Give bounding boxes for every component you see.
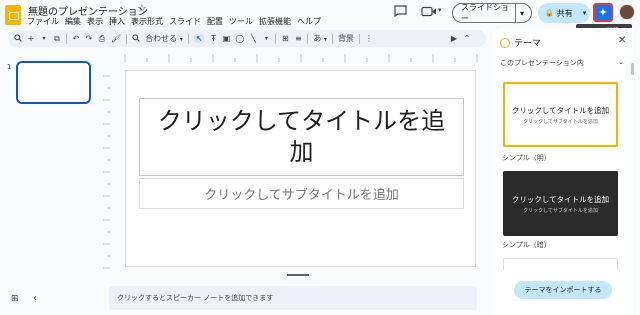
print-icon[interactable]: ⎙ — [98, 34, 106, 44]
title-placeholder[interactable]: クリックしてタイトルを追加 — [139, 98, 464, 176]
collapse-toolbar-icon[interactable]: ⌃ — [463, 34, 471, 43]
share-button[interactable]: 🔒 共有 ▾ — [538, 3, 590, 23]
share-dropdown-icon[interactable]: ▾ — [583, 9, 587, 17]
slides-logo[interactable] — [5, 5, 21, 25]
theme-panel-scrollbar[interactable] — [631, 63, 634, 75]
font-label: あ — [313, 34, 322, 43]
chevron-down-icon: ⌄ — [618, 58, 624, 66]
grid-view-icon[interactable]: ⊞ — [11, 294, 19, 304]
theme-option-next[interactable] — [503, 258, 618, 270]
theme-preview-title: クリックしてタイトルを追加 — [511, 194, 610, 204]
shape-icon[interactable]: ◯ — [235, 34, 244, 43]
more-options-icon[interactable]: ⋮ — [365, 34, 373, 43]
play-icon[interactable]: ▶ — [450, 34, 458, 43]
menu-help[interactable]: ヘルプ — [297, 16, 321, 27]
select-cursor-icon[interactable]: ↖ — [193, 34, 205, 43]
comment-add-icon[interactable]: ⊞ — [281, 34, 289, 43]
zoom-select[interactable]: 合わせる ▾ — [145, 33, 183, 44]
line-icon[interactable]: ╲ — [249, 34, 257, 43]
zoom-icon[interactable] — [132, 33, 140, 44]
theme-preview-title: クリックしてタイトルを追加 — [511, 105, 610, 115]
search-menus-icon[interactable] — [14, 33, 22, 44]
avatar[interactable] — [619, 4, 635, 20]
font-select[interactable]: あ ▾ — [313, 33, 327, 44]
import-theme-button[interactable]: テーマをインポートする — [514, 281, 612, 299]
palette-icon — [500, 37, 510, 48]
new-slide-dropdown-icon[interactable]: ▾ — [40, 35, 48, 42]
slideshow-button[interactable]: スライドショー ▾ — [452, 3, 532, 23]
menu-edit[interactable]: 編集 — [65, 16, 81, 27]
text-format-icon[interactable]: ≡ — [294, 34, 302, 43]
theme-preview-subtitle: クリックしてサブタイトルを追加 — [523, 207, 598, 214]
menu-insert[interactable]: 挿入 — [109, 16, 125, 27]
toolbar-divider — [358, 33, 360, 44]
lock-icon: 🔒 — [545, 9, 554, 17]
notes-resize-handle[interactable] — [287, 274, 309, 276]
close-icon[interactable]: ✕ — [618, 35, 626, 46]
toolbar-divider — [331, 33, 333, 44]
image-icon[interactable]: ▣ — [222, 34, 231, 43]
chevron-down-icon: ▾ — [179, 36, 183, 43]
new-slide-layout-icon[interactable]: ⧉ — [53, 34, 61, 44]
chevron-down-icon: ▾ — [323, 36, 327, 43]
video-call-dropdown-icon[interactable]: ▾ — [438, 6, 442, 14]
theme-name: シンプル（暗） — [502, 241, 551, 249]
slide-thumbnail[interactable] — [16, 61, 91, 104]
menu-slide[interactable]: スライド — [169, 16, 201, 27]
theme-panel-title: テーマ — [514, 39, 542, 49]
text-box-icon[interactable]: Ŧ — [209, 34, 217, 43]
slideshow-label: スライドショー — [461, 3, 509, 23]
star-icon[interactable]: ☆ — [137, 2, 147, 15]
theme-name: シンプル（明） — [502, 154, 551, 162]
menu-extensions[interactable]: 拡張機能 — [259, 16, 291, 27]
redo-icon[interactable]: ↷ — [85, 34, 93, 43]
subtitle-placeholder[interactable]: クリックしてサブタイトルを追加 — [139, 178, 464, 209]
line-dropdown-icon[interactable]: ▾ — [262, 35, 270, 42]
slide-number: 1 — [7, 63, 12, 71]
sparkle-icon: ✦ — [598, 6, 608, 19]
theme-source-label: このプレゼンテーション内 — [500, 59, 584, 67]
collapse-filmstrip-icon[interactable]: ‹ — [33, 293, 37, 304]
toolbar-divider — [275, 33, 277, 44]
gemini-button[interactable]: ✦ — [593, 3, 613, 22]
menu-format[interactable]: 表示形式 — [131, 16, 163, 27]
theme-option-simple-dark[interactable]: クリックしてタイトルを追加 クリックしてサブタイトルを追加 — [503, 171, 618, 236]
comments-icon[interactable] — [394, 5, 407, 20]
horizontal-ruler[interactable] — [109, 50, 485, 63]
slideshow-dropdown-icon[interactable]: ▾ — [516, 9, 524, 18]
share-label: 共有 — [556, 8, 573, 18]
toolbar: + ▾ ⧉ ↶ ↷ ⎙ 🖌 合わせる ▾ ↖ Ŧ ▣ ◯ ╲ ▾ ⊞ ≡ あ ▾… — [8, 30, 486, 47]
new-slide-icon[interactable]: + — [27, 34, 35, 43]
toolbar-divider — [66, 33, 67, 44]
menu-bar: ファイル 編集 表示 挿入 表示形式 スライド 配置 ツール 拡張機能 ヘルプ — [27, 16, 321, 27]
menu-view[interactable]: 表示 — [87, 16, 103, 27]
theme-option-simple-light[interactable]: クリックしてタイトルを追加 クリックしてサブタイトルを追加 — [503, 82, 618, 147]
vertical-ruler[interactable] — [99, 66, 111, 271]
theme-preview-subtitle: クリックしてサブタイトルを追加 — [523, 118, 598, 125]
toolbar-divider — [307, 33, 309, 44]
zoom-label: 合わせる — [145, 34, 178, 43]
speaker-notes[interactable]: クリックするとスピーカー ノートを追加できます — [109, 286, 477, 310]
theme-source-dropdown[interactable]: このプレゼンテーション内 ⌄ — [500, 58, 624, 68]
toolbar-divider — [126, 33, 128, 44]
toolbar-divider — [187, 33, 189, 44]
theme-panel-header: テーマ — [500, 36, 541, 49]
menu-tools[interactable]: ツール — [229, 16, 253, 27]
undo-icon[interactable]: ↶ — [72, 34, 80, 43]
video-call-icon[interactable] — [421, 6, 439, 20]
menu-file[interactable]: ファイル — [27, 16, 59, 27]
background-button[interactable]: 背景 — [338, 33, 354, 44]
paint-format-icon[interactable]: 🖌 — [111, 34, 121, 43]
menu-arrange[interactable]: 配置 — [207, 16, 223, 27]
